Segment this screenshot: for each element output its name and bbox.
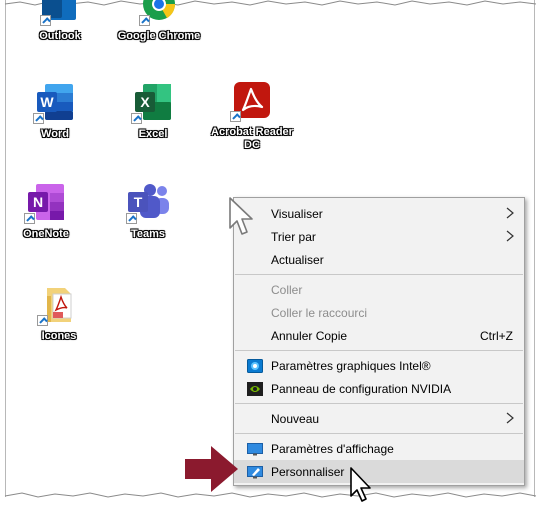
menu-item-shortcut: Ctrl+Z [480,329,513,343]
onenote-icon: N [24,182,66,224]
acrobat-icon [230,80,272,122]
display-settings-icon [247,443,263,456]
desktop-icon-google-chrome[interactable]: Google Chrome [116,0,202,43]
desktop-icon-label: OneNote [23,228,69,240]
teams-icon: T [126,182,170,224]
menu-item-coller-le-raccourci[interactable]: Coller le raccourci [234,301,524,324]
desktop-icon-teams[interactable]: T Teams [105,182,191,241]
mouse-pointer-icon [350,467,371,502]
desktop-icon-onenote[interactable]: N OneNote [3,182,89,241]
chevron-right-icon [506,207,514,219]
menu-item-label: Annuler Copie [271,329,348,343]
desktop-icon-label: Teams [130,228,166,240]
menu-item-label: Actualiser [271,253,324,267]
nvidia-icon [247,382,263,396]
personalize-icon [247,466,263,479]
menu-item-parametres-graphiques-intel[interactable]: Paramètres graphiques Intel® [234,354,524,377]
menu-separator [235,403,523,404]
menu-item-label: Paramètres d'affichage [271,442,394,456]
intel-graphics-icon [247,359,263,373]
desktop-icon-label: Google Chrome [117,30,201,42]
menu-item-parametres-affichage[interactable]: Paramètres d'affichage [234,437,524,460]
menu-item-label: Coller [271,283,303,297]
svg-text:T: T [134,194,143,210]
menu-item-label: Nouveau [271,412,320,426]
menu-separator [235,350,523,351]
desktop-icon-word[interactable]: W Word [12,82,98,141]
svg-text:X: X [140,94,150,110]
chevron-right-icon [506,412,514,424]
menu-item-trier-par[interactable]: Trier par [234,225,524,248]
desktop-icon-outlook[interactable]: Outlook [17,0,103,43]
word-icon: W [33,82,75,124]
menu-item-label: Personnaliser [271,465,345,479]
menu-separator [235,433,523,434]
torn-edge-bottom [4,492,537,498]
menu-separator [235,274,523,275]
excel-icon: X [131,82,173,124]
chrome-icon [139,0,177,26]
annotation-arrow-icon [185,446,238,492]
menu-item-nouveau[interactable]: Nouveau [234,407,524,430]
chevron-right-icon [506,230,514,242]
desktop-icon-label: Outlook [39,30,81,42]
desktop-icon-label: Acrobat Reader DC [211,126,293,151]
desktop-icon-label: Icones [41,330,77,342]
folder-icon [37,284,79,326]
outlook-icon [40,0,78,26]
menu-item-actualiser[interactable]: Actualiser [234,248,524,271]
menu-item-label: Paramètres graphiques Intel® [271,359,431,373]
menu-item-panneau-nvidia[interactable]: Panneau de configuration NVIDIA [234,377,524,400]
desktop-icon-label: Word [41,128,69,140]
svg-text:W: W [40,94,54,110]
menu-item-coller[interactable]: Coller [234,278,524,301]
desktop-icon-acrobat-reader[interactable]: Acrobat Reader DC [207,80,297,152]
menu-item-label: Panneau de configuration NVIDIA [271,382,452,396]
menu-item-label: Visualiser [271,207,323,221]
desktop-icon-excel[interactable]: X Excel [110,82,196,141]
desktop-context-menu: Visualiser Trier par Actualiser Coller C… [233,197,525,486]
menu-item-visualiser[interactable]: Visualiser [234,202,524,225]
svg-text:N: N [33,194,43,210]
desktop-icon-label: Excel [138,128,168,140]
menu-item-personnaliser[interactable]: Personnaliser [234,460,524,483]
menu-item-label: Coller le raccourci [271,306,368,320]
menu-item-label: Trier par [271,230,316,244]
desktop-icon-icones-folder[interactable]: Icones [16,284,102,343]
mouse-pointer-icon [229,197,253,235]
menu-item-annuler-copie[interactable]: Annuler Copie Ctrl+Z [234,324,524,347]
